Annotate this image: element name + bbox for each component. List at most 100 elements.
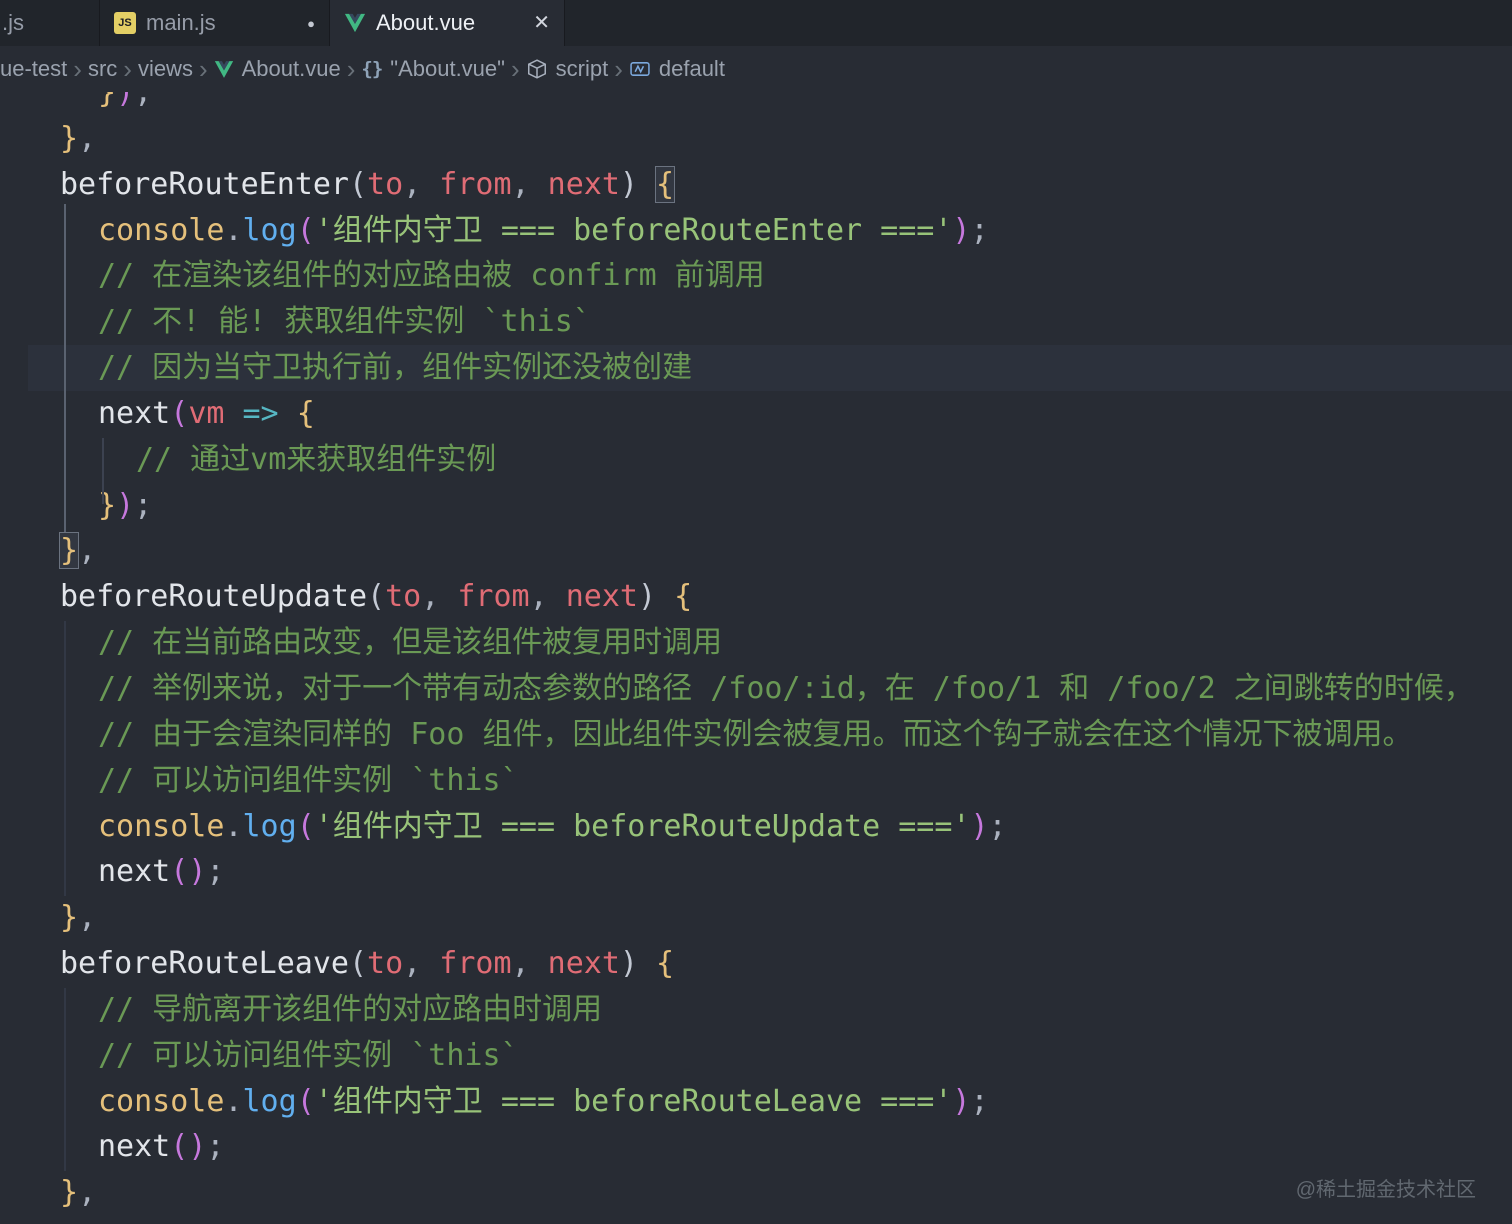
code-token: (: [367, 579, 386, 615]
code-token: next: [98, 854, 171, 890]
object-symbol-icon: {}: [361, 58, 383, 80]
code-token: next: [565, 579, 638, 615]
code-token: (: [170, 1129, 189, 1165]
code-token: ;: [970, 1083, 989, 1119]
code-token: ): [952, 1083, 971, 1119]
breadcrumb-item-script[interactable]: script: [526, 56, 609, 82]
code-token: to: [367, 166, 404, 202]
code-token: // 可以访问组件实例 `this`: [98, 1037, 519, 1073]
code-token: console: [98, 808, 225, 844]
code-line[interactable]: },: [0, 116, 1512, 162]
code-token: ): [619, 166, 638, 202]
code-line[interactable]: console.log('组件内守卫 === beforeRouteLeave …: [0, 1079, 1512, 1125]
code-token: ,: [403, 166, 440, 202]
breadcrumb-label: ue-test: [0, 56, 68, 81]
code-line[interactable]: // 由于会渲染同样的 Foo 组件，因此组件实例会被复用。而这个钩子就会在这个…: [0, 712, 1512, 758]
breadcrumb-item-src[interactable]: src: [88, 56, 117, 82]
code-line[interactable]: // 在渲染该组件的对应路由被 confirm 前调用: [0, 253, 1512, 299]
code-line[interactable]: }),: [0, 92, 1512, 116]
code-token: ): [637, 579, 657, 615]
code-token: (: [296, 212, 315, 248]
tab-label: About.vue: [376, 10, 476, 35]
code-token: }: [98, 92, 117, 110]
code-line[interactable]: // 因为当守卫执行前，组件实例还没被创建: [0, 345, 1512, 391]
code-token: // 不! 能! 获取组件实例 `this`: [98, 304, 591, 340]
code-line[interactable]: next(vm => {: [0, 391, 1512, 437]
code-token: log: [242, 212, 297, 248]
code-token: // 在渲染该组件的对应路由被 confirm 前调用: [98, 258, 765, 294]
code-token: (: [296, 1083, 315, 1119]
code-token: (: [348, 946, 368, 982]
code-line[interactable]: // 在当前路由改变，但是该组件被复用时调用: [0, 620, 1512, 666]
code-token: '组件内守卫 === beforeRouteEnter ===': [314, 212, 953, 248]
breadcrumb-item-symbol-root[interactable]: {} "About.vue": [361, 56, 505, 82]
code-line[interactable]: },: [0, 1170, 1512, 1216]
breadcrumb-item-project[interactable]: ue-test: [0, 56, 67, 82]
code-line[interactable]: });: [0, 483, 1512, 529]
breadcrumb-item-default[interactable]: default: [629, 56, 725, 82]
code-token: ): [952, 212, 971, 248]
code-line[interactable]: next();: [0, 1124, 1512, 1170]
code-token: ;: [206, 854, 225, 890]
code-line[interactable]: next();: [0, 849, 1512, 895]
breadcrumb-item-file[interactable]: About.vue: [214, 56, 341, 82]
tab-cropped-js-file[interactable]: .js: [0, 0, 100, 46]
vue-icon: [214, 60, 233, 78]
code-line[interactable]: },: [0, 528, 1512, 574]
code-token: }: [98, 487, 117, 523]
code-token: // 导航离开该组件的对应路由时调用: [98, 991, 603, 1027]
code-token: ): [970, 808, 989, 844]
code-token: to: [367, 946, 404, 982]
chevron-right-icon: ›: [73, 54, 82, 84]
code-line[interactable]: // 导航离开该组件的对应路由时调用: [0, 987, 1512, 1033]
code-token: ;: [988, 808, 1007, 844]
code-line[interactable]: // 不! 能! 获取组件实例 `this`: [0, 299, 1512, 345]
breadcrumb: ue-test › src › views › About.vue › {} "…: [0, 46, 1512, 92]
code-editor[interactable]: }),}, beforeRouteEnter(to, from, next) {c…: [0, 92, 1512, 1224]
code-token: // 举例来说，对于一个带有动态参数的路径 /foo/:id，在 /foo/1 …: [98, 670, 1474, 706]
code-token: .: [224, 1083, 243, 1119]
code-token: ,: [78, 1175, 97, 1211]
code-line[interactable]: // 举例来说，对于一个带有动态参数的路径 /foo/:id，在 /foo/1 …: [0, 666, 1512, 712]
chevron-right-icon: ›: [510, 54, 520, 84]
modified-dot-icon[interactable]: ●: [307, 17, 315, 30]
code-token: beforeRouteLeave: [60, 946, 349, 982]
code-line[interactable]: console.log('组件内守卫 === beforeRouteUpdate…: [0, 804, 1512, 850]
breadcrumb-item-views[interactable]: views: [138, 56, 193, 82]
breadcrumb-label: script: [555, 56, 609, 81]
code-token: ;: [970, 212, 989, 248]
code-token: // 通过vm来获取组件实例: [136, 441, 497, 477]
code-token: ,: [403, 946, 440, 982]
code-line[interactable]: // 可以访问组件实例 `this`: [0, 1033, 1512, 1079]
code-token: =>: [242, 395, 279, 431]
code-line[interactable]: // 通过vm来获取组件实例: [0, 437, 1512, 483]
code-token: ): [116, 92, 135, 110]
code-token: (: [170, 854, 189, 890]
tab-about-vue[interactable]: About.vue ✕: [330, 0, 565, 46]
code-line[interactable]: beforeRouteLeave(to, from, next) {: [0, 941, 1512, 987]
code-token: .: [224, 808, 243, 844]
code-token: ): [619, 946, 638, 982]
code-line[interactable]: // 可以访问组件实例 `this`: [0, 758, 1512, 804]
code-line[interactable]: beforeRouteUpdate(to, from, next) {: [0, 574, 1512, 620]
code-token: .: [224, 212, 243, 248]
code-token: {: [296, 395, 315, 431]
tab-main-js[interactable]: JS main.js ●: [100, 0, 330, 46]
code-line[interactable]: beforeRouteEnter(to, from, next) {: [0, 162, 1512, 208]
code-line[interactable]: },: [0, 895, 1512, 941]
code-line[interactable]: console.log('组件内守卫 === beforeRouteEnter …: [0, 208, 1512, 254]
code-token: (: [170, 395, 189, 431]
code-token: console: [98, 212, 225, 248]
watermark: @稀土掘金技术社区: [1295, 1179, 1476, 1201]
code-token: ,: [529, 579, 566, 615]
close-icon[interactable]: ✕: [533, 13, 550, 33]
code-token: // 由于会渲染同样的 Foo 组件，因此组件实例会被复用。而这个钩子就会在这个…: [98, 716, 1413, 752]
code-token: ): [116, 487, 135, 523]
tab-bar: .js JS main.js ● About.vue ✕: [0, 0, 1512, 46]
code-token: next: [98, 1129, 171, 1165]
code-token: ,: [78, 533, 97, 569]
code-token: }: [60, 120, 79, 156]
